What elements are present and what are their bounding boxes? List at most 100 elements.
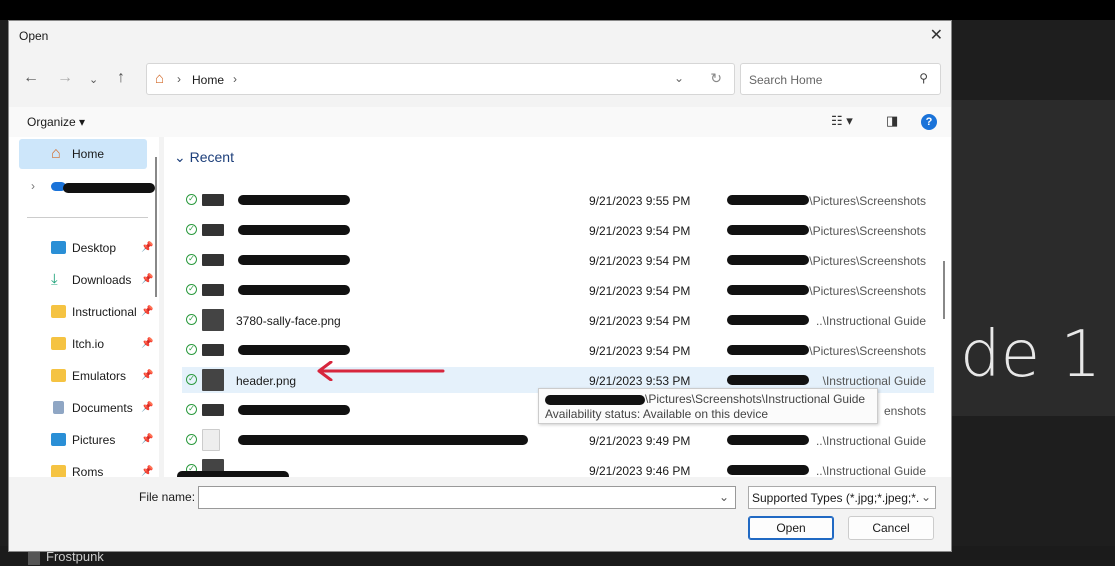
cancel-button[interactable]: Cancel <box>848 516 934 540</box>
pin-icon[interactable]: 📌 <box>141 457 153 477</box>
download-icon: ⤓ <box>51 271 58 288</box>
redaction <box>727 285 809 295</box>
sidebar-item-instructional[interactable]: Instructional 📌 <box>19 297 153 327</box>
pin-icon[interactable]: 📌 <box>141 265 153 295</box>
redaction <box>727 315 809 325</box>
folder-icon <box>51 465 66 477</box>
organize-button[interactable]: Organize ▾ <box>27 115 85 129</box>
sidebar-item-desktop[interactable]: Desktop 📌 <box>19 233 153 263</box>
file-name-input[interactable]: ⌄ <box>198 486 736 509</box>
redaction <box>727 375 809 385</box>
divider <box>27 217 148 218</box>
up-icon[interactable]: ↑ <box>117 69 125 87</box>
group-label: Recent <box>189 149 234 165</box>
file-row[interactable]: ✓ 3780-sally-face.png 9/21/2023 9:54 PM … <box>182 307 934 333</box>
chevron-down-icon[interactable]: ⌄ <box>719 490 729 504</box>
file-list-scrollbar[interactable] <box>943 261 945 319</box>
preview-pane-icon[interactable]: ◨ <box>886 113 898 129</box>
file-row[interactable]: ✓ 9/21/2023 9:55 PM \Pictures\Screenshot… <box>182 187 934 213</box>
tooltip-path: \Pictures\Screenshots\Instructional Guid… <box>645 392 866 406</box>
pin-icon[interactable]: 📌 <box>141 233 153 263</box>
chevron-down-icon: ⌄ <box>920 490 931 504</box>
folder-icon <box>51 337 66 350</box>
thumbnail-icon <box>202 369 224 391</box>
sidebar-item-home[interactable]: ⌂ Home <box>19 139 147 169</box>
pin-icon[interactable]: 📌 <box>141 329 153 359</box>
sidebar-item-pictures[interactable]: Pictures 📌 <box>19 425 153 455</box>
sidebar-item-label: Itch.io <box>72 337 105 351</box>
sync-status-icon: ✓ <box>186 404 197 415</box>
navigation-pane: ⌂ Home › Desktop 📌 ⤓ Downloads 📌 Instruction… <box>9 137 159 477</box>
file-date: 9/21/2023 9:54 PM <box>589 344 691 358</box>
redaction <box>238 345 350 355</box>
toolbar: Organize ▾ ☷ ▾ ◨ ? <box>9 107 951 137</box>
file-date: 9/21/2023 9:54 PM <box>589 314 691 328</box>
file-list: ⌄ Recent ✓ 9/21/2023 9:55 PM \Pictures\S… <box>164 137 951 477</box>
redaction <box>238 195 350 205</box>
background-text: de 1 <box>960 318 1102 392</box>
thumbnail-icon <box>202 284 224 296</box>
file-location: \Pictures\Screenshots <box>809 224 926 238</box>
redaction <box>238 255 350 265</box>
search-input[interactable]: Search Home ⚲ <box>740 63 941 95</box>
file-row[interactable]: ✓ 9/21/2023 9:54 PM \Pictures\Screenshot… <box>182 247 934 273</box>
redaction <box>545 394 645 405</box>
file-row[interactable]: ✓ 9/21/2023 9:54 PM \Pictures\Screenshot… <box>182 337 934 363</box>
desktop-icon <box>51 241 66 254</box>
file-type-select[interactable]: Supported Types (*.jpg;*.jpeg;*. ⌄ <box>748 486 936 509</box>
sidebar-item-itchio[interactable]: Itch.io 📌 <box>19 329 153 359</box>
file-date: 9/21/2023 9:54 PM <box>589 284 691 298</box>
breadcrumb-home[interactable]: Home <box>192 73 224 87</box>
redaction <box>727 195 809 205</box>
chevron-down-icon[interactable]: ⌄ <box>674 71 684 85</box>
file-row[interactable]: ✓ 9/21/2023 9:46 PM ..\Instructional Gui… <box>177 457 934 477</box>
sync-status-icon: ✓ <box>186 194 197 205</box>
sidebar-item-onedrive[interactable]: › <box>19 171 155 201</box>
sidebar-scrollbar[interactable] <box>155 157 157 297</box>
sync-status-icon: ✓ <box>186 344 197 355</box>
documents-icon <box>53 401 64 414</box>
dialog-title: Open <box>19 29 49 43</box>
chevron-right-icon[interactable]: › <box>31 171 35 201</box>
sidebar-item-downloads[interactable]: ⤓ Downloads 📌 <box>19 265 153 295</box>
pin-icon[interactable]: 📌 <box>141 361 153 391</box>
help-icon[interactable]: ? <box>921 114 937 130</box>
file-date: 9/21/2023 9:46 PM <box>589 464 691 477</box>
file-row[interactable]: ✓ 9/21/2023 9:54 PM \Pictures\Screenshot… <box>182 217 934 243</box>
sidebar-item-label: Desktop <box>72 241 117 255</box>
sidebar-item-roms[interactable]: Roms 📌 <box>19 457 153 477</box>
file-date: 9/21/2023 9:54 PM <box>589 224 691 238</box>
folder-icon <box>51 369 66 382</box>
redaction <box>238 285 350 295</box>
redaction <box>727 465 809 475</box>
sidebar-item-emulators[interactable]: Emulators 📌 <box>19 361 153 391</box>
recent-locations-icon[interactable]: ⌄ <box>89 73 98 86</box>
redaction <box>238 405 350 415</box>
forward-icon[interactable]: → <box>57 69 73 87</box>
file-row[interactable]: ✓ 9/21/2023 9:49 PM ..\Instructional Gui… <box>182 427 934 453</box>
group-header-recent[interactable]: ⌄ Recent <box>174 149 234 166</box>
view-options-icon[interactable]: ☷ ▾ <box>831 113 853 129</box>
file-location: \Pictures\Screenshots <box>809 254 926 268</box>
sidebar-item-documents[interactable]: Documents 📌 <box>19 393 153 423</box>
back-icon[interactable]: ← <box>23 69 39 87</box>
chevron-right-icon[interactable]: › <box>233 72 237 86</box>
file-location: ..\Instructional Guide <box>815 434 926 448</box>
address-bar[interactable]: ⌂ › Home › ⌄ ↻ <box>146 63 735 95</box>
pin-icon[interactable]: 📌 <box>141 393 153 423</box>
organize-label: Organize <box>27 115 76 129</box>
file-name: 3780-sally-face.png <box>236 314 341 328</box>
file-date: 9/21/2023 9:55 PM <box>589 194 691 208</box>
pin-icon[interactable]: 📌 <box>141 425 153 455</box>
sidebar-item-label: Documents <box>72 401 133 415</box>
open-button[interactable]: Open <box>748 516 834 540</box>
pictures-icon <box>51 433 66 446</box>
refresh-icon[interactable]: ↻ <box>710 70 722 87</box>
sidebar-item-label: Pictures <box>72 433 116 447</box>
file-row[interactable]: ✓ 9/21/2023 9:54 PM \Pictures\Screenshot… <box>182 277 934 303</box>
pin-icon[interactable]: 📌 <box>141 297 153 327</box>
tooltip-status: Availability status: Available on this d… <box>545 407 769 421</box>
close-icon[interactable]: ✕ <box>930 25 943 45</box>
file-name-label: File name: <box>139 490 196 504</box>
file-date: 9/21/2023 9:53 PM <box>589 374 691 388</box>
